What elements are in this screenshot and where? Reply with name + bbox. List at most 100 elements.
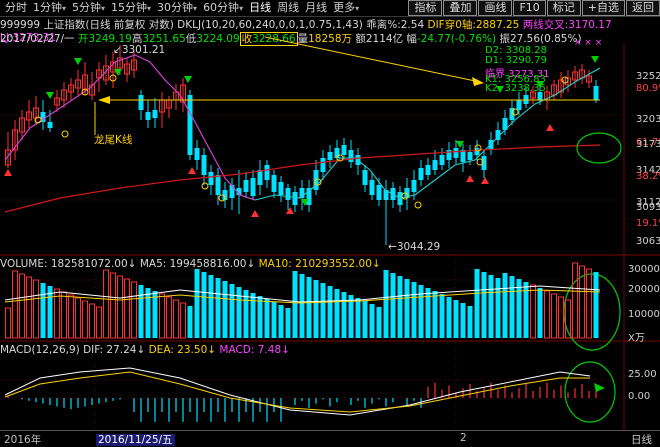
volume-bar: [229, 284, 235, 338]
volume-bar: [299, 274, 305, 338]
candle-body: [138, 95, 144, 110]
candle-body: [271, 175, 277, 192]
volume-bar: [474, 269, 480, 338]
price-axis-label-0: 3252: [636, 71, 660, 82]
volume-bar: [404, 279, 410, 338]
volume-bar: [495, 278, 501, 338]
volume-bar: [439, 294, 445, 338]
volume-bar: [502, 273, 508, 338]
signal-circle: [61, 130, 69, 138]
candle-body: [320, 158, 326, 172]
volume-bar: [166, 296, 172, 339]
volume-bar: [341, 292, 347, 338]
volume-bar: [537, 288, 543, 338]
volume-bar: [208, 275, 214, 338]
volume-bar: [194, 269, 200, 338]
highlight-ellipse: [564, 361, 616, 423]
volume-bar: [257, 296, 263, 338]
volume-bar: [481, 272, 487, 338]
time-axis-bar: 2016年 2016/11/25/五 2 日线: [0, 430, 660, 446]
ma10-legend: MA10: 210293552.00: [258, 258, 372, 270]
ma5-legend: MA5: 199458816.00: [139, 258, 247, 270]
price-axis-label-9: 19.1%: [636, 218, 660, 229]
macd-axis-25: 25.00: [628, 369, 657, 380]
candle-body: [453, 148, 459, 158]
volume-bar: [264, 299, 270, 338]
up-triangle-icon: [466, 175, 474, 182]
dea-legend: DEA: 23.50: [148, 344, 208, 356]
macd-legend: MACD(12,26,9) DIF: 27.24↓ DEA: 23.50↓ MA…: [0, 344, 290, 356]
volume-bar: [82, 300, 88, 339]
candle-body: [229, 185, 235, 198]
dif-legend: DIF: 27.24: [83, 344, 137, 356]
candle-body: [432, 160, 438, 170]
volume-bar: [355, 298, 361, 338]
down-triangle-icon: [591, 56, 599, 63]
candle-body: [439, 155, 445, 165]
volume-bar: [292, 271, 298, 338]
volume-bar: [271, 302, 277, 338]
up-triangle-icon: [286, 207, 294, 214]
volume-bar: [75, 297, 81, 339]
volume-bar: [61, 291, 67, 339]
up-triangle-icon: [546, 124, 554, 131]
volume-bar: [5, 307, 11, 339]
volume-bar: [89, 303, 95, 339]
price-axis-label-6: 38.2%: [636, 171, 660, 182]
signal-circle: [201, 182, 209, 190]
macd-dif-line: [4, 367, 591, 416]
candle-body: [467, 152, 473, 160]
annotation-line: [264, 36, 481, 83]
volume-bar: [250, 293, 256, 338]
volume-bar: [362, 301, 368, 338]
volume-bar: [201, 272, 207, 338]
volume-bar: [110, 272, 116, 339]
candle-body: [362, 170, 368, 185]
candle-body: [292, 192, 298, 205]
volume-bar: [278, 305, 284, 338]
signal-circle: [414, 201, 422, 209]
up-triangle-icon: [251, 210, 259, 217]
volume-bar: [40, 283, 46, 338]
volume-bar: [236, 287, 242, 338]
volume-bar: [551, 293, 557, 339]
volume-bar: [544, 290, 550, 339]
candle-body: [348, 150, 354, 162]
volume-bar: [586, 268, 592, 339]
price-axis-label-1: 80.9%: [636, 83, 660, 94]
kline-chart[interactable]: [0, 0, 660, 430]
volume-bar: [530, 284, 536, 339]
up-triangle-icon: [188, 167, 196, 174]
candle-body: [593, 86, 599, 100]
volume-bar: [593, 272, 599, 338]
volume-bar: [117, 275, 123, 339]
highlight-ellipse: [576, 132, 622, 164]
price-axis-label-8: 3093: [636, 202, 660, 213]
candle-body: [481, 156, 487, 170]
volume-bar: [320, 283, 326, 338]
volume-bar: [26, 276, 32, 339]
vol-axis-20000: 20000: [628, 284, 660, 295]
candle-body: [47, 122, 53, 128]
down-triangle-icon: [46, 92, 54, 99]
volume-bar: [152, 291, 158, 338]
volume-bar: [572, 262, 578, 339]
macd-dea-line: [4, 371, 590, 413]
dragon-tail-label: 龙尾K线: [94, 134, 133, 146]
volume-bar: [159, 293, 165, 339]
volume-bar: [68, 294, 74, 339]
arrow-left-icon: [98, 96, 110, 104]
volume-bar: [145, 288, 151, 338]
candle-body: [250, 178, 256, 196]
candle-body: [411, 180, 417, 192]
volume-bar: [33, 279, 39, 339]
volume-bar: [509, 276, 515, 338]
k2-label: K2: 3238.35: [485, 83, 546, 94]
candle-body: [369, 180, 375, 195]
volume-bar: [187, 306, 193, 338]
volume-bar: [12, 270, 18, 339]
candle-body: [278, 182, 284, 195]
up-triangle-icon: [4, 169, 12, 176]
volume-bar: [180, 302, 186, 339]
macd-axis-0: 0.00: [628, 391, 651, 402]
